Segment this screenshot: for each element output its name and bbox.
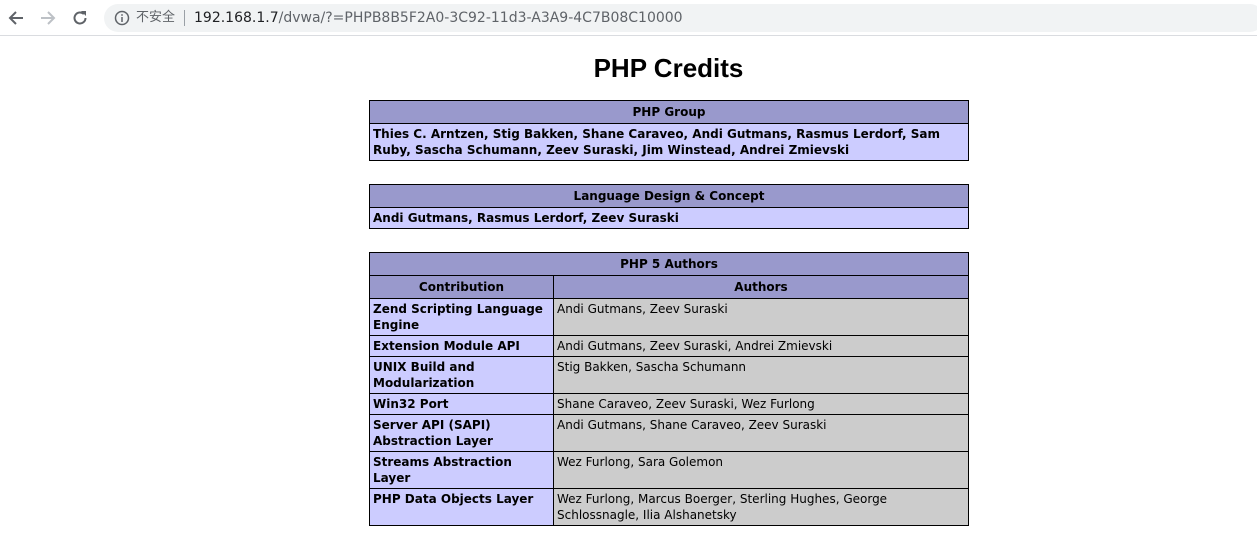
info-icon[interactable] bbox=[114, 10, 130, 26]
reload-button[interactable] bbox=[69, 7, 91, 29]
contribution-cell: Zend Scripting Language Engine bbox=[369, 298, 554, 336]
table-row: Extension Module API Andi Gutmans, Zeev … bbox=[369, 335, 969, 357]
browser-toolbar: 不安全 192.168.1.7/dvwa/?=PHPB8B5F2A0-3C92-… bbox=[0, 0, 1257, 36]
authors-cell: Stig Bakken, Sascha Schumann bbox=[553, 356, 969, 394]
table-row: Zend Scripting Language Engine Andi Gutm… bbox=[369, 298, 969, 336]
language-design-table: Language Design & Concept Andi Gutmans, … bbox=[369, 184, 969, 229]
address-separator bbox=[184, 10, 185, 26]
php-group-header: PHP Group bbox=[369, 100, 969, 124]
url-path: /dvwa/?=PHPB8B5F2A0-3C92-11d3-A3A9-4C7B0… bbox=[278, 10, 683, 26]
contribution-cell: Streams Abstraction Layer bbox=[369, 451, 554, 489]
back-arrow-icon bbox=[8, 11, 23, 25]
contribution-cell: PHP Data Objects Layer bbox=[369, 488, 554, 526]
authors-column-header: Authors bbox=[553, 275, 969, 299]
contribution-cell: Win32 Port bbox=[369, 393, 554, 415]
php5-authors-header: PHP 5 Authors bbox=[369, 252, 969, 276]
security-label[interactable]: 不安全 bbox=[136, 9, 175, 27]
authors-cell: Wez Furlong, Sara Golemon bbox=[553, 451, 969, 489]
php-group-members: Thies C. Arntzen, Stig Bakken, Shane Car… bbox=[369, 123, 969, 161]
forward-arrow-icon bbox=[41, 11, 56, 25]
authors-cell: Andi Gutmans, Zeev Suraski, Andrei Zmiev… bbox=[553, 335, 969, 357]
reload-icon bbox=[73, 11, 87, 25]
table-row: Win32 Port Shane Caraveo, Zeev Suraski, … bbox=[369, 393, 969, 415]
authors-cell: Shane Caraveo, Zeev Suraski, Wez Furlong bbox=[553, 393, 969, 415]
url-text[interactable]: 192.168.1.7/dvwa/?=PHPB8B5F2A0-3C92-11d3… bbox=[194, 8, 683, 28]
table-row: Server API (SAPI) Abstraction Layer Andi… bbox=[369, 414, 969, 452]
table-row: Streams Abstraction Layer Wez Furlong, S… bbox=[369, 451, 969, 489]
table-row: PHP Data Objects Layer Wez Furlong, Marc… bbox=[369, 488, 969, 526]
language-design-header: Language Design & Concept bbox=[369, 184, 969, 208]
php-group-table: PHP Group Thies C. Arntzen, Stig Bakken,… bbox=[369, 100, 969, 161]
table-row: UNIX Build and Modularization Stig Bakke… bbox=[369, 356, 969, 394]
address-bar[interactable]: 不安全 192.168.1.7/dvwa/?=PHPB8B5F2A0-3C92-… bbox=[104, 4, 1257, 32]
authors-cell: Wez Furlong, Marcus Boerger, Sterling Hu… bbox=[553, 488, 969, 526]
authors-cell: Andi Gutmans, Zeev Suraski bbox=[553, 298, 969, 336]
contribution-column-header: Contribution bbox=[369, 275, 554, 299]
language-design-members: Andi Gutmans, Rasmus Lerdorf, Zeev Suras… bbox=[369, 207, 969, 229]
page-title: PHP Credits bbox=[593, 53, 744, 83]
contribution-cell: Server API (SAPI) Abstraction Layer bbox=[369, 414, 554, 452]
php5-authors-table: PHP 5 Authors Contribution Authors Zend … bbox=[369, 252, 969, 526]
forward-button[interactable] bbox=[37, 7, 59, 29]
contribution-cell: Extension Module API bbox=[369, 335, 554, 357]
authors-cell: Andi Gutmans, Shane Caraveo, Zeev Surask… bbox=[553, 414, 969, 452]
back-button[interactable] bbox=[5, 7, 27, 29]
url-host: 192.168.1.7 bbox=[194, 10, 279, 26]
contribution-cell: UNIX Build and Modularization bbox=[369, 356, 554, 394]
